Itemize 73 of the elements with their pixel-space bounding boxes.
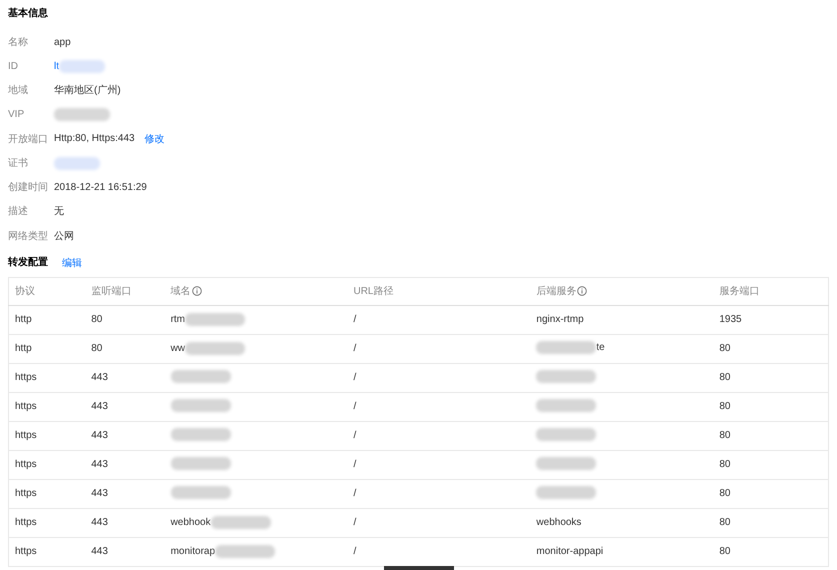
table-cell: https bbox=[15, 488, 37, 500]
table-cell: / bbox=[353, 372, 356, 384]
table-cell: 1935 bbox=[719, 314, 742, 326]
cell-text: webhooks bbox=[536, 517, 582, 528]
cell-text: webhook bbox=[170, 517, 211, 528]
cell-text: Http:80, Https:443 bbox=[54, 133, 135, 144]
table-cell: 80 bbox=[719, 488, 730, 500]
field-label: ID bbox=[8, 60, 19, 72]
table-cell: 443 bbox=[91, 430, 108, 442]
cell-text: nginx-rtmp bbox=[536, 314, 584, 326]
section-title: 基本信息 bbox=[8, 6, 48, 21]
field-label: 地域 bbox=[8, 84, 29, 98]
field-label: 名称 bbox=[8, 36, 29, 50]
table-cell: / bbox=[353, 517, 356, 528]
table-cell: 80 bbox=[719, 401, 730, 412]
table-cell: 80 bbox=[719, 372, 730, 384]
table-cell: 80 bbox=[719, 546, 730, 558]
edit-link[interactable]: 编辑 bbox=[62, 256, 82, 270]
edit-link[interactable]: 修改 bbox=[144, 132, 165, 146]
column-header: URL路径 bbox=[353, 285, 394, 298]
table-cell: 80 bbox=[719, 343, 730, 354]
scroll-thumb[interactable] bbox=[384, 566, 454, 570]
cell-text: 2018-12-21 16:51:29 bbox=[54, 182, 147, 193]
field-label: 证书 bbox=[8, 156, 29, 170]
table-cell: 80 bbox=[91, 343, 102, 354]
cell-text: te bbox=[596, 342, 605, 353]
cell-text: monitorap bbox=[170, 546, 216, 558]
cell-text: lt bbox=[54, 60, 59, 72]
table-cell: 80 bbox=[719, 459, 730, 470]
column-header: 域名 bbox=[170, 284, 191, 298]
table-cell: 443 bbox=[91, 401, 108, 412]
table-cell: https bbox=[15, 430, 37, 442]
field-label: 描述 bbox=[8, 204, 29, 218]
info-icon[interactable] bbox=[192, 286, 202, 296]
table-cell: https bbox=[15, 517, 37, 528]
column-header: 监听端口 bbox=[91, 284, 132, 298]
cell-text: monitor-appapi bbox=[536, 546, 604, 558]
table-cell: http bbox=[15, 314, 32, 326]
table-cell: 443 bbox=[91, 459, 108, 470]
table-cell: / bbox=[353, 430, 356, 442]
cell-text: 华南地区(广州) bbox=[54, 84, 121, 98]
table-cell: 80 bbox=[91, 314, 102, 326]
field-label: 网络类型 bbox=[8, 230, 49, 243]
cell-text: 无 bbox=[54, 205, 64, 218]
table-cell: http bbox=[15, 343, 32, 354]
table-cell: 443 bbox=[91, 517, 108, 528]
table-cell: / bbox=[353, 546, 356, 558]
section-title: 转发配置 bbox=[8, 256, 48, 270]
field-label: 开放端口 bbox=[8, 132, 49, 146]
field-label: 创建时间 bbox=[8, 180, 49, 194]
table-cell: 80 bbox=[719, 517, 730, 528]
table-cell: 443 bbox=[91, 488, 108, 500]
table-cell: https bbox=[15, 459, 37, 470]
table-cell: / bbox=[353, 314, 356, 326]
table-cell: 80 bbox=[719, 430, 730, 442]
table-cell: / bbox=[353, 401, 356, 412]
cell-text: rtm bbox=[170, 314, 186, 326]
cell-text: app bbox=[54, 36, 71, 48]
table-cell: https bbox=[15, 546, 37, 558]
table-cell: https bbox=[15, 372, 37, 384]
table-cell: 443 bbox=[91, 372, 108, 384]
info-icon[interactable] bbox=[577, 286, 588, 296]
table-cell: https bbox=[15, 401, 37, 412]
column-header: 后端服务 bbox=[536, 284, 576, 298]
table-cell: 443 bbox=[91, 546, 108, 558]
table-cell: / bbox=[353, 488, 356, 500]
column-header: 协议 bbox=[15, 284, 35, 298]
cell-text: 公网 bbox=[54, 230, 74, 243]
field-label: VIP bbox=[8, 109, 26, 120]
column-header: 服务端口 bbox=[719, 284, 760, 298]
cell-text: ww bbox=[170, 343, 186, 354]
table-cell: / bbox=[353, 459, 356, 470]
table-cell: / bbox=[353, 343, 356, 354]
